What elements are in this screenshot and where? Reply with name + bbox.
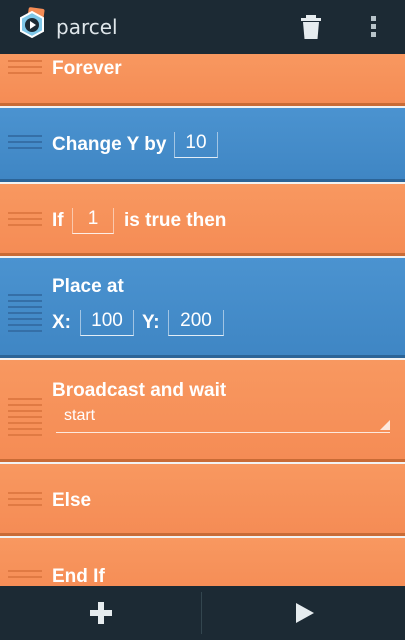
place-at-y-label: Y: xyxy=(142,312,160,333)
place-at-x-field[interactable]: 100 xyxy=(80,310,134,336)
place-at-x-label: X: xyxy=(52,312,71,333)
place-at-y-field[interactable]: 200 xyxy=(168,310,224,336)
forever-label: Forever xyxy=(52,58,122,79)
else-label: Else xyxy=(52,490,92,511)
forever-brick[interactable]: Forever xyxy=(0,54,405,106)
change-y-brick[interactable]: Change Y by 10 xyxy=(0,108,405,182)
app-title: parcel xyxy=(56,15,118,39)
broadcast-message-spinner[interactable]: start xyxy=(56,405,390,433)
place-at-brick[interactable]: Place at X: 100 Y: 200 xyxy=(0,258,405,358)
if-suffix-label: is true then xyxy=(124,210,227,231)
drag-handle-icon[interactable] xyxy=(8,294,42,336)
drag-handle-icon[interactable] xyxy=(8,492,42,510)
plus-icon xyxy=(90,602,112,624)
broadcast-wait-label: Broadcast and wait xyxy=(52,380,227,401)
if-brick[interactable]: If 1 is true then xyxy=(0,184,405,256)
play-button[interactable] xyxy=(202,586,405,640)
action-bar: parcel xyxy=(0,0,405,54)
change-y-value-field[interactable]: 10 xyxy=(174,132,218,158)
play-icon xyxy=(296,603,314,623)
change-y-label: Change Y by xyxy=(52,134,167,155)
app-logo-icon[interactable] xyxy=(14,7,50,47)
if-label: If xyxy=(52,210,64,231)
drag-handle-icon[interactable] xyxy=(8,398,42,440)
end-if-brick[interactable]: End If xyxy=(0,538,405,586)
overflow-menu-icon[interactable] xyxy=(364,12,384,42)
drag-handle-icon[interactable] xyxy=(8,212,42,230)
add-brick-button[interactable] xyxy=(0,586,201,640)
end-if-label: End If xyxy=(52,566,105,586)
bottom-bar xyxy=(0,586,405,640)
script-area[interactable]: Forever Change Y by 10 If 1 is true then… xyxy=(0,54,405,586)
drag-handle-icon[interactable] xyxy=(8,135,42,153)
else-brick[interactable]: Else xyxy=(0,464,405,536)
place-at-label: Place at xyxy=(52,276,124,297)
broadcast-wait-brick[interactable]: Broadcast and wait start xyxy=(0,360,405,462)
spinner-arrow-icon xyxy=(380,420,390,430)
drag-handle-icon[interactable] xyxy=(8,570,42,582)
trash-icon[interactable] xyxy=(296,12,326,42)
if-condition-field[interactable]: 1 xyxy=(72,208,114,234)
spinner-selected-value: start xyxy=(64,407,96,424)
drag-handle-icon[interactable] xyxy=(8,60,42,78)
